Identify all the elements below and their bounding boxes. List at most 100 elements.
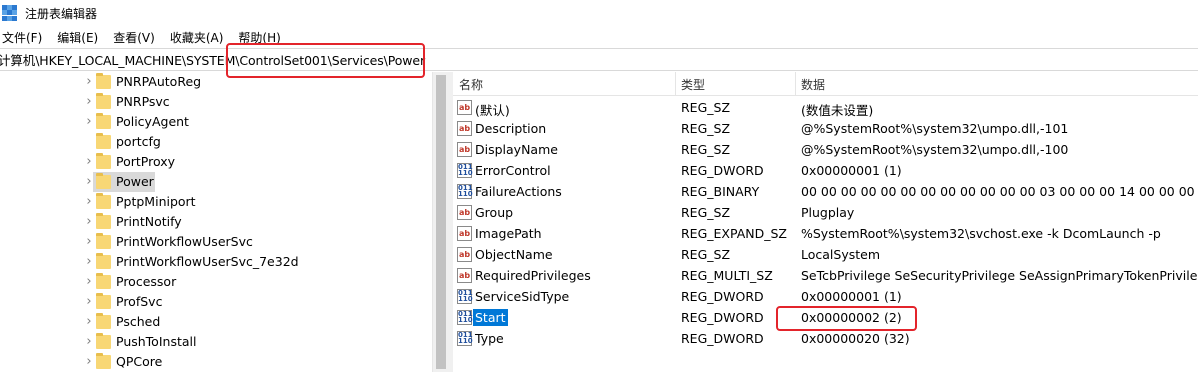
value-row[interactable]: ab RequiredPrivileges REG_MULTI_SZ SeTcbPri… <box>453 265 1198 286</box>
chevron-right-icon[interactable]: › <box>84 175 94 188</box>
value-row[interactable]: 011 110 Type REG_DWORD 0x00000020 (32) <box>453 328 1198 349</box>
folder-icon <box>96 333 111 349</box>
folder-icon <box>96 313 111 329</box>
tree-item[interactable]: › ProfSvc <box>0 292 432 312</box>
list-header: 名称 类型 数据 <box>453 72 1198 96</box>
value-name: Group <box>475 205 514 220</box>
value-data: (数值未设置) <box>801 103 874 118</box>
chevron-right-icon[interactable]: › <box>84 115 94 128</box>
chevron-right-icon[interactable]: › <box>84 195 94 208</box>
value-row[interactable]: 011 110 ErrorControl REG_DWORD 0x00000001 (1… <box>453 160 1198 181</box>
tree-item[interactable]: › PolicyAgent <box>0 112 432 132</box>
value-data: SeTcbPrivilege SeSecurityPrivilege SeAss… <box>801 268 1198 283</box>
start-data-annotation-box <box>776 306 917 331</box>
value-name: Start <box>473 309 508 326</box>
string-value-icon: ab <box>457 226 472 241</box>
chevron-right-icon[interactable]: › <box>84 75 94 88</box>
menu-favorites[interactable]: 收藏夹(A) <box>168 29 230 46</box>
string-value-icon: ab <box>457 247 472 262</box>
tree-item[interactable]: › Power <box>0 172 432 192</box>
menu-view[interactable]: 查看(V) <box>111 29 161 46</box>
tree-item-label: PolicyAgent <box>116 114 189 129</box>
chevron-right-icon[interactable]: › <box>84 215 94 228</box>
folder-icon <box>96 93 111 109</box>
tree-item[interactable]: › PrintWorkflowUserSvc_7e32d <box>0 252 432 272</box>
value-row[interactable]: ab (默认) REG_SZ (数值未设置) <box>453 97 1198 118</box>
string-value-icon: ab <box>457 100 472 115</box>
tree-item[interactable]: › QPCore <box>0 352 432 372</box>
value-row[interactable]: ab Group REG_SZ Plugplay <box>453 202 1198 223</box>
chevron-right-icon[interactable]: › <box>84 295 94 308</box>
value-data: %SystemRoot%\system32\svchost.exe -k Dco… <box>801 226 1161 241</box>
chevron-right-icon[interactable]: › <box>84 95 94 108</box>
menu-file[interactable]: 文件(F) <box>0 29 48 46</box>
header-data[interactable]: 数据 <box>801 76 825 93</box>
header-divider[interactable] <box>675 72 676 96</box>
tree-item[interactable]: › PptpMiniport <box>0 192 432 212</box>
value-name: ErrorControl <box>475 163 551 178</box>
header-type[interactable]: 类型 <box>681 76 705 93</box>
tree-item-label: QPCore <box>116 354 163 369</box>
value-name: FailureActions <box>475 184 562 199</box>
value-name: DisplayName <box>475 142 558 157</box>
key-tree: › PNRPAutoReg › PNRPsvc › PolicyAgent portcfg ›… <box>0 72 432 372</box>
value-data: 0x00000001 (1) <box>801 163 902 178</box>
chevron-right-icon[interactable]: › <box>84 235 94 248</box>
tree-item-label: Processor <box>116 274 177 289</box>
binary-value-icon: 011 110 <box>457 163 473 178</box>
value-row[interactable]: ab Description REG_SZ @%SystemRoot%\system3… <box>453 118 1198 139</box>
tree-item[interactable]: portcfg <box>0 132 432 152</box>
value-row[interactable]: 011 110 ServiceSidType REG_DWORD 0x00000001 … <box>453 286 1198 307</box>
tree-item[interactable]: › PNRPAutoReg <box>0 72 432 92</box>
value-type: REG_DWORD <box>681 331 764 346</box>
tree-item[interactable]: › PrintWorkflowUserSvc <box>0 232 432 252</box>
tree-item[interactable]: › Processor <box>0 272 432 292</box>
value-name: Type <box>475 331 504 346</box>
value-type: REG_MULTI_SZ <box>681 268 773 283</box>
tree-item[interactable]: › PrintNotify <box>0 212 432 232</box>
value-type: REG_EXPAND_SZ <box>681 226 787 241</box>
binary-value-icon: 011 110 <box>457 289 473 304</box>
tree-item[interactable]: › PortProxy <box>0 152 432 172</box>
chevron-right-icon[interactable]: › <box>84 315 94 328</box>
folder-icon <box>96 173 111 189</box>
folder-icon <box>96 353 111 369</box>
tree-scrollbar-thumb[interactable] <box>436 75 446 369</box>
value-data: 0x00000020 (32) <box>801 331 910 346</box>
chevron-right-icon[interactable]: › <box>84 335 94 348</box>
chevron-right-icon[interactable]: › <box>84 255 94 268</box>
chevron-right-icon[interactable]: › <box>84 155 94 168</box>
chevron-right-icon[interactable]: › <box>84 355 94 368</box>
tree-item-label: PortProxy <box>116 154 176 169</box>
folder-icon <box>96 273 111 289</box>
tree-item[interactable]: › Psched <box>0 312 432 332</box>
address-bar[interactable]: 计算机\HKEY_LOCAL_MACHINE\SYSTEM\ControlSet… <box>0 48 1198 71</box>
value-type: REG_SZ <box>681 142 731 157</box>
tree-item[interactable]: › PushToInstall <box>0 332 432 352</box>
value-data: 00 00 00 00 00 00 00 00 00 00 00 00 03 0… <box>801 184 1198 199</box>
tree-item-label: PptpMiniport <box>116 194 196 209</box>
value-row[interactable]: ab DisplayName REG_SZ @%SystemRoot%\system3… <box>453 139 1198 160</box>
binary-value-icon: 011 110 <box>457 184 473 199</box>
tree-item[interactable]: › PNRPsvc <box>0 92 432 112</box>
string-value-icon: ab <box>457 121 472 136</box>
value-row[interactable]: ab ImagePath REG_EXPAND_SZ %SystemRoot%\sys… <box>453 223 1198 244</box>
value-data: Plugplay <box>801 205 855 220</box>
tree-scrollbar[interactable] <box>432 72 449 372</box>
tree-item-label: ProfSvc <box>116 294 163 309</box>
tree-item-label: PushToInstall <box>116 334 197 349</box>
chevron-right-icon[interactable]: › <box>84 275 94 288</box>
tree-item-label: PNRPsvc <box>116 94 170 109</box>
value-row[interactable]: 011 110 FailureActions REG_BINARY 00 00 00 0… <box>453 181 1198 202</box>
value-data: LocalSystem <box>801 247 881 262</box>
value-name: ServiceSidType <box>475 289 570 304</box>
header-divider[interactable] <box>795 72 796 96</box>
value-name: RequiredPrivileges <box>475 268 591 283</box>
value-row[interactable]: ab ObjectName REG_SZ LocalSystem <box>453 244 1198 265</box>
menu-edit[interactable]: 编辑(E) <box>55 29 104 46</box>
value-type: REG_DWORD <box>681 310 764 325</box>
tree-item-label: PrintWorkflowUserSvc <box>116 234 253 249</box>
header-name[interactable]: 名称 <box>459 76 483 93</box>
tree-item-label: portcfg <box>116 134 161 149</box>
tree-item-label: Psched <box>116 314 161 329</box>
